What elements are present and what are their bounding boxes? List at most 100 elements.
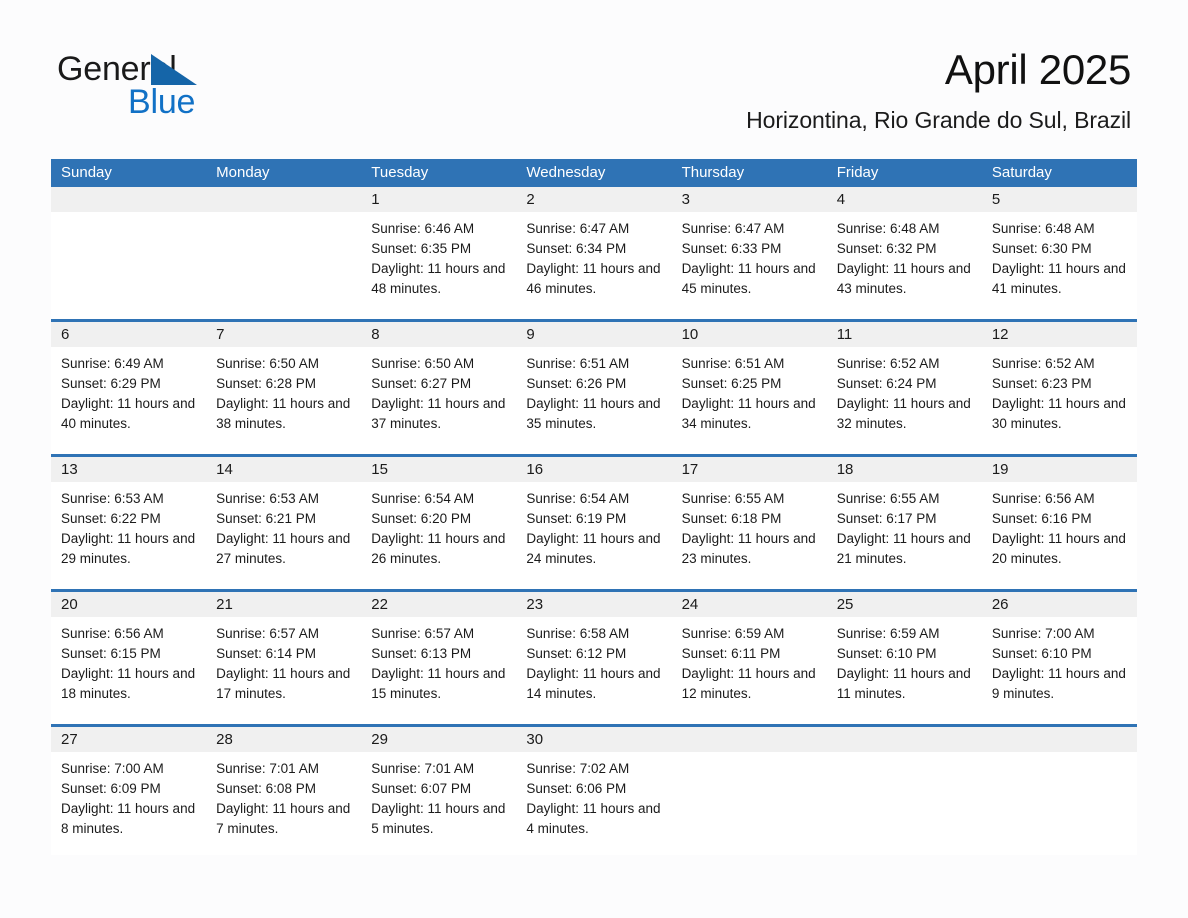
day-cell-3[interactable]: 3 Sunrise: 6:47 AM Sunset: 6:33 PM Daylight… — [671, 187, 827, 319]
sunrise-text: Sunrise: 7:01 AM — [216, 761, 319, 776]
sunset-text: Sunset: 6:17 PM — [836, 511, 937, 526]
daylight-text: Daylight: 11 hours and 29 minutes. — [61, 531, 196, 566]
daylight-text: Daylight: 11 hours and 23 minutes. — [681, 531, 816, 566]
day-cell-15[interactable]: 15 Sunrise: 6:54 AM Sunset: 6:20 PM Dayligh… — [361, 457, 517, 589]
day-cell-27[interactable]: 27 Sunrise: 7:00 AM Sunset: 6:09 PM Dayligh… — [51, 727, 207, 855]
daylight-text: Daylight: 11 hours and 38 minutes. — [216, 396, 351, 431]
day-cell-23[interactable]: 23 Sunrise: 6:58 AM Sunset: 6:12 PM Dayligh… — [516, 592, 672, 724]
sunset-text: Sunset: 6:34 PM — [526, 241, 627, 256]
day-number: 3 — [671, 187, 827, 212]
day-cell-17[interactable]: 17 Sunrise: 6:55 AM Sunset: 6:18 PM Dayligh… — [671, 457, 827, 589]
weekday-header-monday: Monday — [216, 164, 270, 181]
sunrise-text: Sunrise: 6:55 AM — [836, 491, 940, 506]
day-cell-empty — [981, 727, 1137, 855]
weekday-header-wednesday: Wednesday — [526, 164, 606, 181]
daylight-text: Daylight: 11 hours and 30 minutes. — [991, 396, 1126, 431]
day-number: 6 — [51, 322, 207, 347]
day-cell-empty — [671, 727, 827, 855]
day-details: Sunrise: 6:57 AM Sunset: 6:13 PM Daylight:… — [361, 617, 516, 704]
calendar-week-row: 13 Sunrise: 6:53 AM Sunset: 6:22 PM Dayligh… — [51, 454, 1137, 589]
day-details: Sunrise: 6:57 AM Sunset: 6:14 PM Daylight:… — [206, 617, 361, 704]
day-details: Sunrise: 6:58 AM Sunset: 6:12 PM Daylight:… — [516, 617, 671, 704]
day-number: 20 — [51, 592, 207, 617]
day-number: 28 — [206, 727, 362, 752]
sunset-text: Sunset: 6:14 PM — [216, 646, 316, 661]
sunset-text: Sunset: 6:27 PM — [371, 376, 472, 391]
day-cell-11[interactable]: 11 Sunrise: 6:52 AM Sunset: 6:24 PM Dayligh… — [826, 322, 982, 454]
sunset-text: Sunset: 6:26 PM — [526, 376, 627, 391]
day-cell-22[interactable]: 22 Sunrise: 6:57 AM Sunset: 6:13 PM Dayligh… — [361, 592, 517, 724]
day-cell-19[interactable]: 19 Sunrise: 6:56 AM Sunset: 6:16 PM Dayligh… — [981, 457, 1137, 589]
day-details: Sunrise: 6:51 AM Sunset: 6:26 PM Daylight:… — [516, 347, 671, 434]
daylight-text: Daylight: 11 hours and 9 minutes. — [991, 666, 1126, 701]
day-cell-30[interactable]: 30 Sunrise: 7:02 AM Sunset: 6:06 PM Dayligh… — [516, 727, 672, 855]
day-cell-5[interactable]: 5 Sunrise: 6:48 AM Sunset: 6:30 PM Daylight… — [981, 187, 1137, 319]
calendar-week-cells: 27 Sunrise: 7:00 AM Sunset: 6:09 PM Dayligh… — [51, 727, 1137, 855]
day-cell-12[interactable]: 12 Sunrise: 6:52 AM Sunset: 6:23 PM Dayligh… — [981, 322, 1137, 454]
sunrise-text: Sunrise: 6:54 AM — [526, 491, 630, 506]
daylight-text: Daylight: 11 hours and 26 minutes. — [371, 531, 506, 566]
sunrise-text: Sunrise: 6:51 AM — [526, 356, 630, 371]
sunrise-text: Sunrise: 6:58 AM — [526, 626, 630, 641]
day-details: Sunrise: 6:59 AM Sunset: 6:11 PM Daylight:… — [672, 617, 827, 704]
daylight-text: Daylight: 11 hours and 34 minutes. — [681, 396, 816, 431]
day-cell-9[interactable]: 9 Sunrise: 6:51 AM Sunset: 6:26 PM Daylight… — [516, 322, 672, 454]
daylight-text: Daylight: 11 hours and 14 minutes. — [526, 666, 661, 701]
day-cell-18[interactable]: 18 Sunrise: 6:55 AM Sunset: 6:17 PM Dayligh… — [826, 457, 982, 589]
day-details: Sunrise: 6:56 AM Sunset: 6:15 PM Daylight:… — [51, 617, 206, 704]
day-cell-25[interactable]: 25 Sunrise: 6:59 AM Sunset: 6:10 PM Dayligh… — [826, 592, 982, 724]
brand-logo[interactable]: General Blue — [57, 50, 287, 126]
day-details: Sunrise: 6:55 AM Sunset: 6:18 PM Daylight:… — [672, 482, 827, 569]
sunrise-text: Sunrise: 7:00 AM — [991, 626, 1095, 641]
title-block: April 2025 Horizontina, Rio Grande do Su… — [746, 44, 1131, 134]
sunset-text: Sunset: 6:09 PM — [61, 781, 161, 796]
day-cell-26[interactable]: 26 Sunrise: 7:00 AM Sunset: 6:10 PM Dayligh… — [981, 592, 1137, 724]
day-cell-4[interactable]: 4 Sunrise: 6:48 AM Sunset: 6:32 PM Daylight… — [826, 187, 982, 319]
day-cell-28[interactable]: 28 Sunrise: 7:01 AM Sunset: 6:08 PM Dayligh… — [206, 727, 362, 855]
sunset-text: Sunset: 6:06 PM — [526, 781, 627, 796]
daylight-text: Daylight: 11 hours and 48 minutes. — [371, 261, 506, 296]
day-cell-2[interactable]: 2 Sunrise: 6:47 AM Sunset: 6:34 PM Daylight… — [516, 187, 672, 319]
sunrise-text: Sunrise: 6:57 AM — [371, 626, 475, 641]
day-cell-24[interactable]: 24 Sunrise: 6:59 AM Sunset: 6:11 PM Dayligh… — [671, 592, 827, 724]
day-cell-1[interactable]: 1 Sunrise: 6:46 AM Sunset: 6:35 PM Daylight… — [361, 187, 517, 319]
day-cell-14[interactable]: 14 Sunrise: 6:53 AM Sunset: 6:21 PM Dayligh… — [206, 457, 362, 589]
sunrise-text: Sunrise: 6:49 AM — [61, 356, 164, 371]
day-cell-20[interactable]: 20 Sunrise: 6:56 AM Sunset: 6:15 PM Dayligh… — [51, 592, 207, 724]
day-number — [826, 727, 982, 752]
daylight-text: Daylight: 11 hours and 27 minutes. — [216, 531, 351, 566]
sunrise-text: Sunrise: 6:52 AM — [836, 356, 940, 371]
day-number: 30 — [516, 727, 672, 752]
sunrise-text: Sunrise: 6:57 AM — [216, 626, 319, 641]
sunset-text: Sunset: 6:32 PM — [836, 241, 937, 256]
day-cell-29[interactable]: 29 Sunrise: 7:01 AM Sunset: 6:07 PM Dayligh… — [361, 727, 517, 855]
day-cell-10[interactable]: 10 Sunrise: 6:51 AM Sunset: 6:25 PM Dayligh… — [671, 322, 827, 454]
calendar-week-cells: 13 Sunrise: 6:53 AM Sunset: 6:22 PM Dayligh… — [51, 457, 1137, 589]
day-number: 14 — [206, 457, 362, 482]
sunset-text: Sunset: 6:25 PM — [681, 376, 782, 391]
masthead: General Blue April 2025 Horizontina, Rio… — [0, 0, 1188, 145]
day-cell-7[interactable]: 7 Sunrise: 6:50 AM Sunset: 6:28 PM Daylight… — [206, 322, 362, 454]
day-cell-6[interactable]: 6 Sunrise: 6:49 AM Sunset: 6:29 PM Daylight… — [51, 322, 207, 454]
sunset-text: Sunset: 6:18 PM — [681, 511, 782, 526]
day-cell-16[interactable]: 16 Sunrise: 6:54 AM Sunset: 6:19 PM Dayligh… — [516, 457, 672, 589]
day-number: 22 — [361, 592, 517, 617]
sunrise-text: Sunrise: 6:52 AM — [991, 356, 1095, 371]
day-number: 19 — [981, 457, 1137, 482]
day-cell-empty — [206, 187, 362, 319]
day-cell-empty — [51, 187, 207, 319]
day-details: Sunrise: 6:53 AM Sunset: 6:21 PM Daylight:… — [206, 482, 361, 569]
day-number: 13 — [51, 457, 207, 482]
sunset-text: Sunset: 6:13 PM — [371, 646, 472, 661]
day-cell-8[interactable]: 8 Sunrise: 6:50 AM Sunset: 6:27 PM Daylight… — [361, 322, 517, 454]
daylight-text: Daylight: 11 hours and 37 minutes. — [371, 396, 506, 431]
day-number: 5 — [981, 187, 1137, 212]
calendar-week-cells: 20 Sunrise: 6:56 AM Sunset: 6:15 PM Dayligh… — [51, 592, 1137, 724]
sunrise-text: Sunrise: 6:51 AM — [681, 356, 785, 371]
day-cell-21[interactable]: 21 Sunrise: 6:57 AM Sunset: 6:14 PM Dayligh… — [206, 592, 362, 724]
day-details: Sunrise: 6:46 AM Sunset: 6:35 PM Daylight:… — [361, 212, 516, 299]
day-details: Sunrise: 7:01 AM Sunset: 6:08 PM Daylight:… — [206, 752, 361, 839]
daylight-text: Daylight: 11 hours and 11 minutes. — [836, 666, 971, 701]
day-cell-13[interactable]: 13 Sunrise: 6:53 AM Sunset: 6:22 PM Dayligh… — [51, 457, 207, 589]
sunset-text: Sunset: 6:23 PM — [991, 376, 1092, 391]
